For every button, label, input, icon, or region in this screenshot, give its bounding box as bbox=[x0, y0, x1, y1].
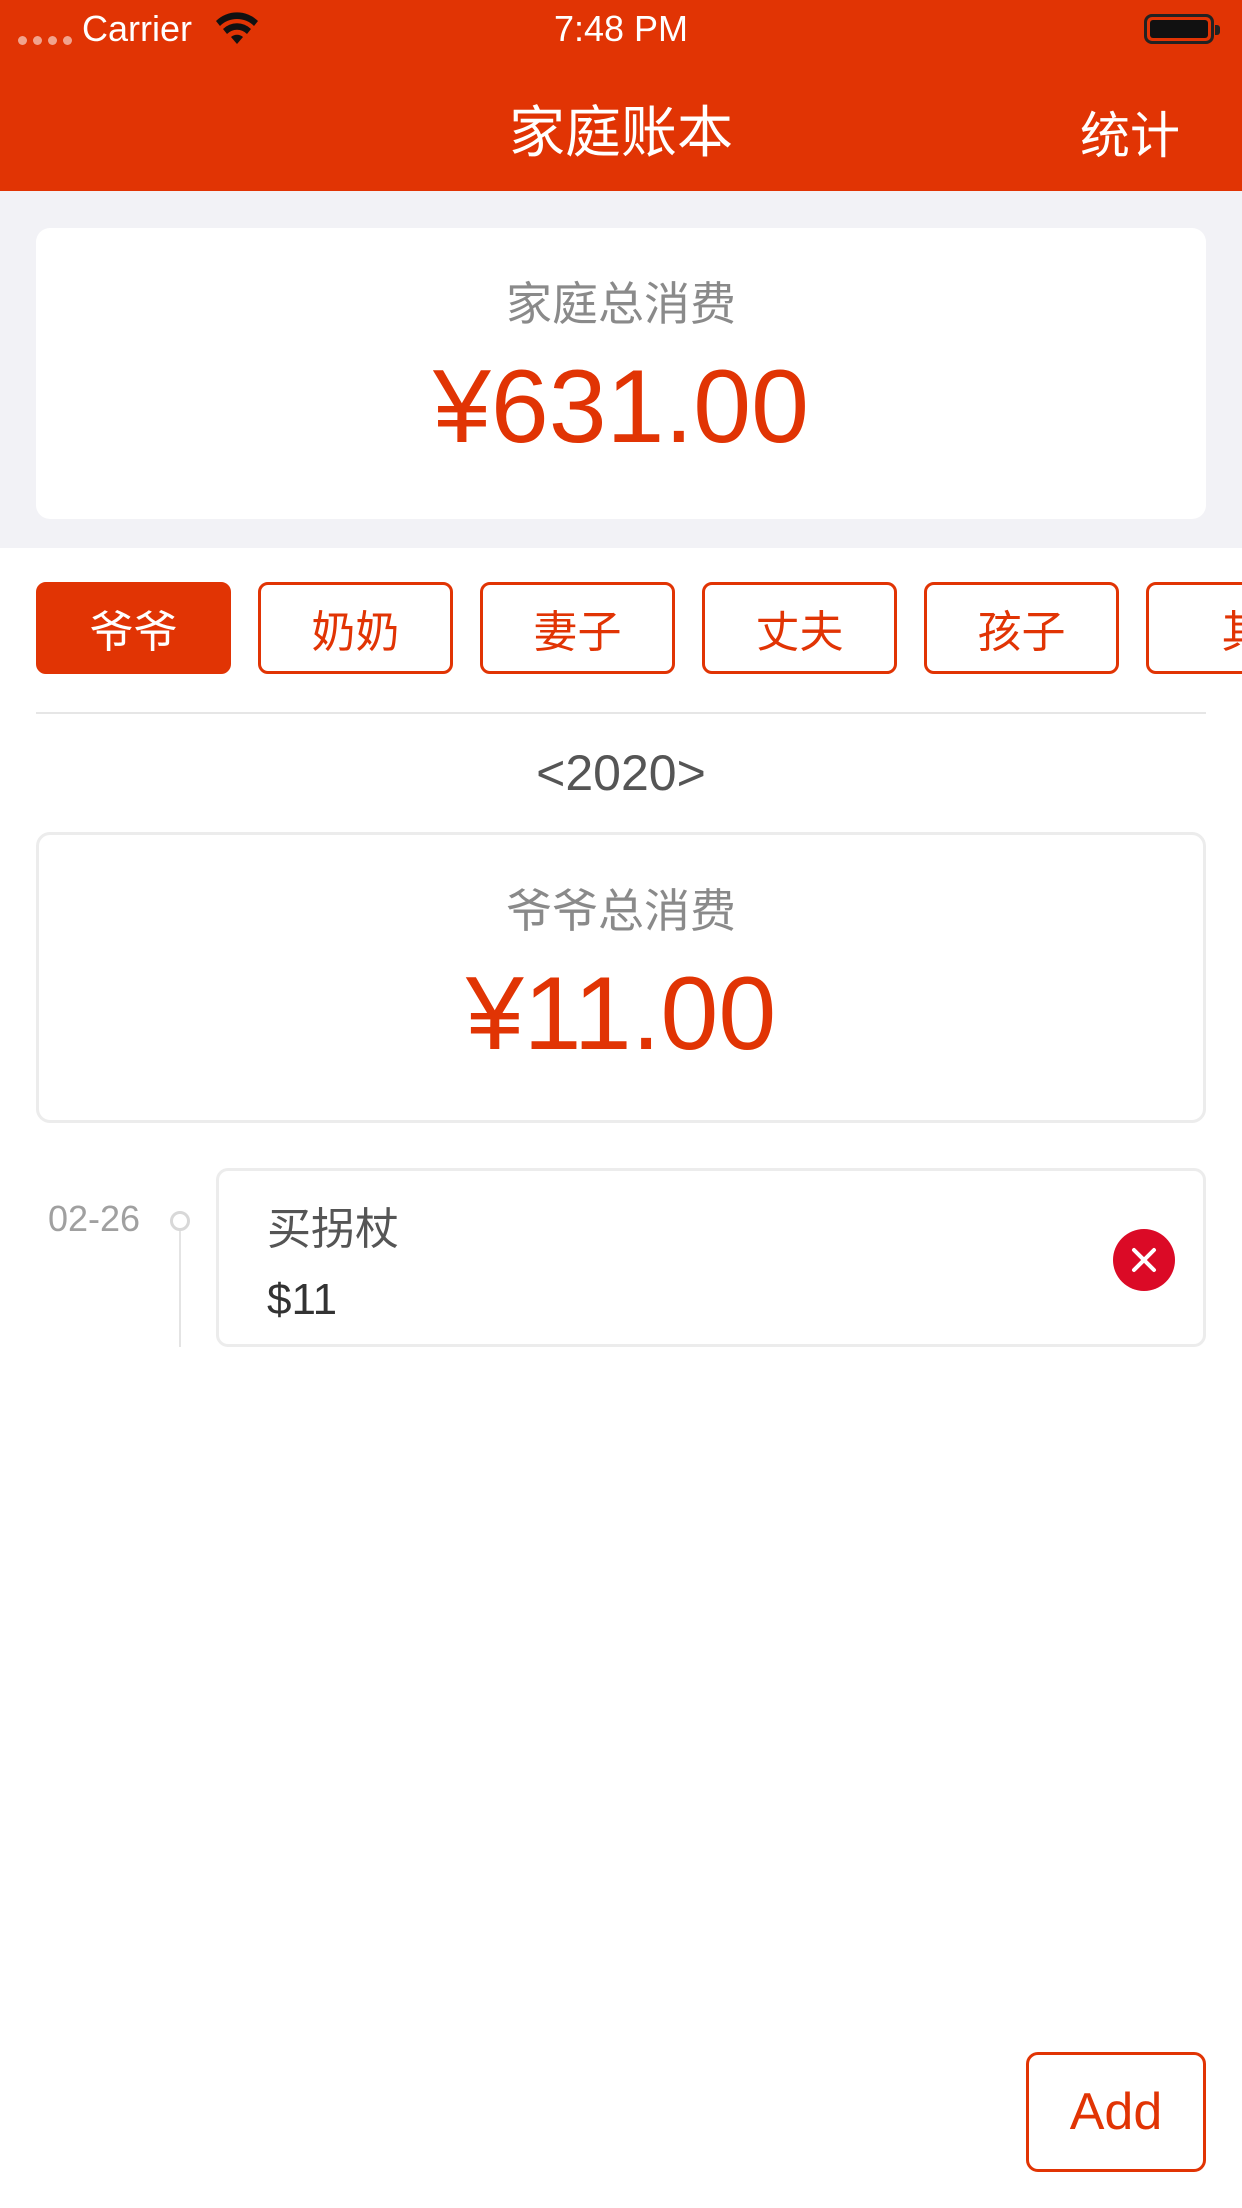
status-bar: Carrier 7:48 PM bbox=[0, 0, 1242, 58]
navigation-bar: Carrier 7:48 PM 家庭账本 统计 bbox=[0, 0, 1242, 191]
year-selector[interactable]: <2020> bbox=[0, 744, 1242, 802]
record-date: 02-26 bbox=[48, 1198, 141, 1239]
timeline-dot bbox=[170, 1211, 190, 1231]
timeline-line bbox=[179, 1231, 181, 1347]
family-total-amount: ¥631.00 bbox=[433, 349, 809, 465]
family-total-label: 家庭总消费 bbox=[506, 277, 736, 331]
member-tab-grandpa[interactable]: 爷爷 bbox=[36, 582, 231, 674]
member-tab-husband[interactable]: 丈夫 bbox=[702, 582, 897, 674]
member-total-amount: ¥11.00 bbox=[465, 956, 777, 1072]
family-total-card: 家庭总消费 ¥631.00 bbox=[36, 228, 1206, 519]
record-name: 买拐杖 bbox=[267, 1204, 399, 1255]
record-amount: $11 bbox=[267, 1275, 338, 1324]
member-tab-grandma[interactable]: 奶奶 bbox=[258, 582, 453, 674]
member-tab-other[interactable]: 其 bbox=[1146, 582, 1242, 674]
member-tab-wife[interactable]: 妻子 bbox=[480, 582, 675, 674]
add-button[interactable]: Add bbox=[1026, 2052, 1206, 2172]
delete-record-button[interactable] bbox=[1113, 1229, 1175, 1291]
record-card[interactable]: 买拐杖 $11 bbox=[216, 1168, 1206, 1347]
member-tabs: 爷爷 奶奶 妻子 丈夫 孩子 其 bbox=[36, 582, 1242, 674]
divider bbox=[36, 712, 1206, 714]
statistics-button[interactable]: 统计 bbox=[1080, 96, 1180, 168]
close-circle-icon bbox=[1132, 1248, 1156, 1272]
member-tab-child[interactable]: 孩子 bbox=[924, 582, 1119, 674]
status-time: 7:48 PM bbox=[553, 8, 689, 49]
member-total-label: 爷爷总消费 bbox=[506, 884, 736, 938]
battery-icon bbox=[1144, 14, 1220, 44]
member-total-card: 爷爷总消费 ¥11.00 bbox=[36, 832, 1206, 1123]
page-title: 家庭账本 bbox=[509, 101, 733, 166]
